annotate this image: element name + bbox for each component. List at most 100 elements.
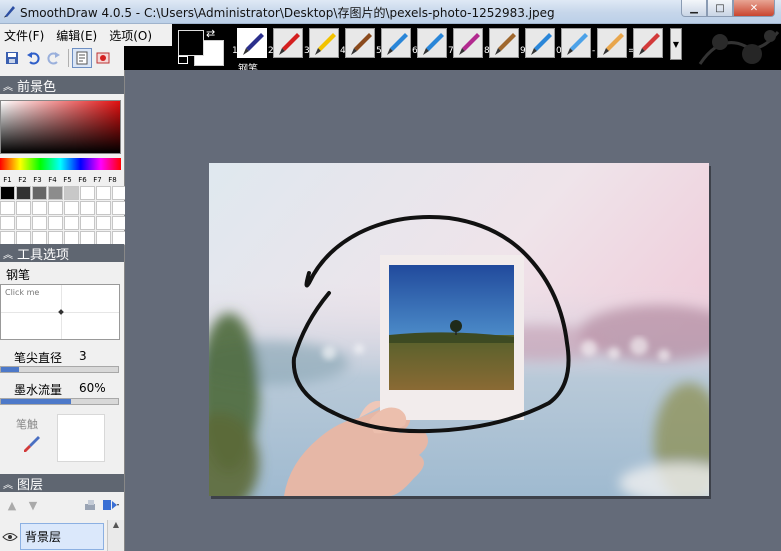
- record-icon: [96, 52, 110, 64]
- collapse-chevron-icon: ︽: [3, 81, 13, 93]
- palette-color-cell[interactable]: [0, 201, 15, 215]
- layer-toolbar: ▲ ▼: [0, 494, 124, 516]
- palette-color-cell[interactable]: [16, 216, 31, 230]
- ink-flow-fill: [1, 399, 72, 404]
- function-key-label: F6: [78, 176, 87, 184]
- tool-preset-7[interactable]: 7: [448, 26, 484, 70]
- palette-color-cell[interactable]: [80, 201, 95, 215]
- function-key-label: F3: [33, 176, 42, 184]
- redo-button[interactable]: [44, 48, 64, 68]
- layer-scrollbar[interactable]: ▲: [107, 520, 124, 551]
- palette-color-cell[interactable]: [32, 186, 47, 200]
- swap-colors-icon[interactable]: ⇄: [206, 27, 215, 40]
- menu-edit[interactable]: 编辑(E): [52, 27, 101, 44]
- tool-options-header[interactable]: ︽ 工具选项: [0, 244, 124, 263]
- palette-color-cell[interactable]: [16, 201, 31, 215]
- palette-color-cell[interactable]: [48, 216, 63, 230]
- more-tools-button[interactable]: ▼: [670, 28, 682, 60]
- brush-tip-preview[interactable]: [57, 414, 105, 462]
- stroke-preview-pad[interactable]: Click me: [0, 284, 120, 340]
- tool-preset--[interactable]: -: [592, 26, 628, 70]
- brush-toolbar: 1 2 3 4 5 6 7 8 9 0- =: [232, 26, 664, 70]
- tool-icon-box: [561, 28, 591, 58]
- tool-preset-8[interactable]: 8: [484, 26, 520, 70]
- foreground-color-header[interactable]: ︽ 前景色: [0, 76, 124, 95]
- palette-color-cell[interactable]: [64, 201, 79, 215]
- tip-size-slider[interactable]: [0, 366, 119, 373]
- palette-color-cell[interactable]: [48, 186, 63, 200]
- palette-color-cell[interactable]: [0, 186, 15, 200]
- menu-bar: 文件(F) 编辑(E) 选项(O): [0, 24, 172, 46]
- palette-color-cell[interactable]: [80, 231, 95, 245]
- tool-preset-2[interactable]: 2: [268, 26, 304, 70]
- palette-color-cell[interactable]: [80, 216, 95, 230]
- palette-color-cell[interactable]: [80, 186, 95, 200]
- tool-icon-box: [345, 28, 375, 58]
- layer-down-button[interactable]: ▼: [23, 495, 43, 515]
- arrow-up-icon: ▲: [7, 498, 17, 512]
- layer-item[interactable]: 背景层: [0, 522, 108, 551]
- function-key-label: F1: [3, 176, 12, 184]
- layers-title: 图层: [17, 477, 44, 493]
- palette-color-cell[interactable]: [32, 201, 47, 215]
- collapse-chevron-icon: ︽: [3, 249, 13, 261]
- maximize-button[interactable]: □: [707, 0, 733, 17]
- tool-icon-box: [417, 28, 447, 58]
- palette-color-cell[interactable]: [32, 216, 47, 230]
- palette-color-cell[interactable]: [96, 201, 111, 215]
- undo-button[interactable]: [23, 48, 43, 68]
- palette-color-cell[interactable]: [16, 186, 31, 200]
- close-button[interactable]: ✕: [733, 0, 775, 17]
- palette-color-cell[interactable]: [0, 231, 15, 245]
- tool-preset-5[interactable]: 5: [376, 26, 412, 70]
- record-button[interactable]: [93, 48, 113, 68]
- function-key-label: F5: [63, 176, 72, 184]
- color-gradient-picker[interactable]: [0, 100, 121, 154]
- tool-preset-=[interactable]: =: [628, 26, 664, 70]
- palette-color-cell[interactable]: [96, 216, 111, 230]
- palette-color-cell[interactable]: [0, 216, 15, 230]
- menu-options[interactable]: 选项(O): [105, 27, 156, 44]
- palette-color-cell[interactable]: [64, 216, 79, 230]
- tool-preset-0[interactable]: 0: [556, 26, 592, 70]
- brush-tip-icon[interactable]: [22, 434, 42, 454]
- tool-preset-6[interactable]: 6: [412, 26, 448, 70]
- palette-color-cell[interactable]: [64, 186, 79, 200]
- tool-icon-box: [489, 28, 519, 58]
- tip-size-value: 3: [79, 349, 87, 363]
- drawing-canvas[interactable]: [209, 163, 709, 496]
- water-drop-icon: [567, 33, 588, 55]
- canvas-area: [125, 70, 781, 551]
- merge-layer-icon: [85, 500, 95, 510]
- foreground-color-title: 前景色: [17, 79, 57, 95]
- tool-options-title: 工具选项: [17, 247, 70, 263]
- brush-tip-label: 笔触: [16, 418, 38, 431]
- ink-flow-slider[interactable]: [0, 398, 119, 405]
- tool-preset-9[interactable]: 9: [520, 26, 556, 70]
- tool-preset-3[interactable]: 3: [304, 26, 340, 70]
- palette-color-cell[interactable]: [96, 186, 111, 200]
- menu-file[interactable]: 文件(F): [0, 27, 48, 44]
- panel-toggle-button[interactable]: [72, 48, 92, 68]
- layer-merge-button[interactable]: [80, 495, 100, 515]
- collapse-chevron-icon: ︽: [3, 479, 13, 491]
- layer-visibility-toggle[interactable]: [0, 522, 20, 551]
- panel-icon: [76, 51, 88, 65]
- arrow-down-icon: ▼: [28, 498, 38, 512]
- save-button[interactable]: [2, 48, 22, 68]
- layer-add-button[interactable]: [101, 495, 121, 515]
- title-bar[interactable]: SmoothDraw 4.0.5 - C:\Users\Administrato…: [0, 0, 781, 24]
- reset-colors-icon[interactable]: [178, 56, 188, 64]
- tool-icon-box: [381, 28, 411, 58]
- tool-preset-4[interactable]: 4: [340, 26, 376, 70]
- palette-color-cell[interactable]: [48, 201, 63, 215]
- hue-slider[interactable]: [0, 158, 121, 170]
- quick-toolbar: [0, 46, 124, 70]
- layers-header[interactable]: ︽ 图层: [0, 474, 124, 493]
- ink-flow-label: 墨水流量: [14, 383, 63, 397]
- layer-up-button[interactable]: ▲: [2, 495, 22, 515]
- brush-name: 钢笔: [6, 268, 31, 282]
- palette-color-cell[interactable]: [96, 231, 111, 245]
- minimize-button[interactable]: ▁: [681, 0, 707, 17]
- foreground-color-swatch[interactable]: [178, 30, 204, 56]
